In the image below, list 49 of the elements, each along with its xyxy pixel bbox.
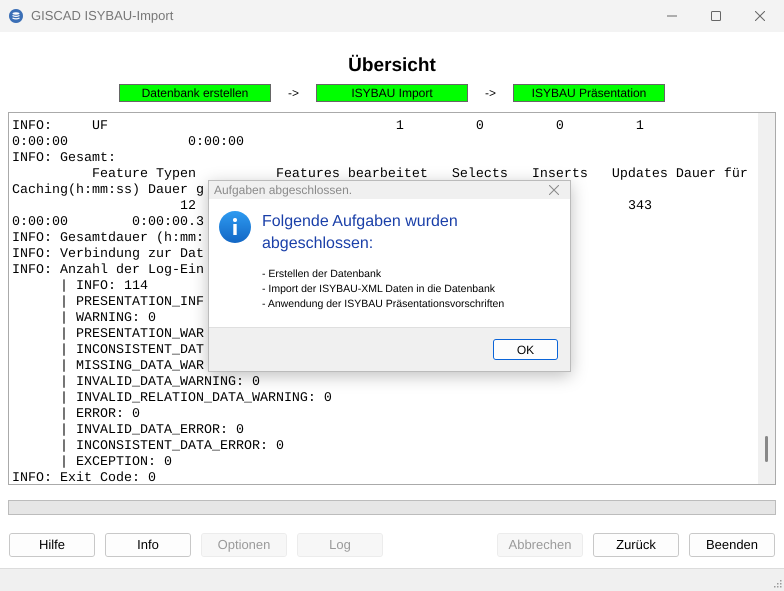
- task-item: - Import der ISYBAU-XML Daten in die Datenbank: [262, 282, 496, 297]
- database-icon: [9, 9, 23, 23]
- log-line: | INVALID_RELATION_DATA_WARNING: 0: [58, 391, 332, 407]
- close-icon[interactable]: [755, 11, 765, 21]
- log-line: | EXCEPTION: 0: [58, 455, 172, 471]
- log-line: INFO: Gesamt:: [12, 151, 116, 167]
- close-icon[interactable]: [549, 185, 559, 195]
- step-label: ISYBAU Import: [316, 84, 468, 102]
- resize-grip-icon[interactable]: [774, 580, 782, 588]
- action-button[interactable]: Info: [105, 533, 191, 557]
- log-line: | INVALID_DATA_WARNING: 0: [58, 375, 260, 391]
- log-line: INFO: Gesamtdauer (h:mm:: [12, 231, 204, 247]
- log-line: | INCONSISTENT_DAT: [58, 343, 204, 359]
- log-line: INFO: UF 1 0 0 1: [12, 119, 644, 135]
- page-title: Übersicht: [348, 54, 436, 78]
- info-icon: [219, 211, 251, 243]
- task-item: - Erstellen der Datenbank: [262, 267, 382, 282]
- dialog-title: Aufgaben abgeschlossen.: [214, 182, 352, 199]
- step-arrow: ->: [484, 85, 497, 102]
- log-line: INFO: Exit Code: 0: [12, 471, 156, 484]
- scrollbar[interactable]: [758, 113, 775, 484]
- log-line: 12: [178, 199, 196, 215]
- log-line: 343: [628, 199, 652, 215]
- log-line: 0:00:00 0:00:00.3: [12, 215, 204, 231]
- action-button[interactable]: Hilfe: [9, 533, 95, 557]
- log-line: | ERROR: 0: [58, 407, 140, 423]
- step-label: ISYBAU Präsentation: [513, 84, 665, 102]
- step-label: Datenbank erstellen: [119, 84, 271, 102]
- window-title: GISCAD ISYBAU-Import: [31, 7, 174, 26]
- action-button[interactable]: Zurück: [593, 533, 679, 557]
- action-button[interactable]: Beenden: [689, 533, 775, 557]
- ok-button[interactable]: OK: [493, 339, 558, 360]
- log-line: Caching(h:mm:ss) Dauer g: [12, 183, 204, 199]
- log-line: | INFO: 114: [58, 279, 148, 295]
- maximize-icon[interactable]: [711, 11, 721, 21]
- step-arrow: ->: [286, 85, 300, 102]
- log-line: INFO: Anzahl der Log-Ein: [12, 263, 204, 279]
- log-line: | MISSING_DATA_WAR: [58, 359, 204, 375]
- log-line: 0:00:00 0:00:00: [12, 135, 244, 151]
- log-line: | INCONSISTENT_DATA_ERROR: 0: [58, 439, 284, 455]
- log-line: INFO: Verbindung zur Dat: [12, 247, 204, 263]
- log-line: | WARNING: 0: [58, 311, 156, 327]
- scrollbar-thumb[interactable]: [765, 436, 768, 462]
- log-line: Feature Typen Features bearbeitet Selects Inserts Updates Dauer für: [90, 167, 748, 183]
- log-line: | INVALID_DATA_ERROR: 0: [58, 423, 244, 439]
- dialog-heading: Folgende Aufgaben wurden abgeschlossen:: [262, 212, 459, 254]
- log-line: | PRESENTATION_WAR: [58, 327, 204, 343]
- log-line: | PRESENTATION_INF: [58, 295, 204, 311]
- task-item: - Anwendung der ISYBAU Präsentationsvorschriften: [262, 297, 504, 312]
